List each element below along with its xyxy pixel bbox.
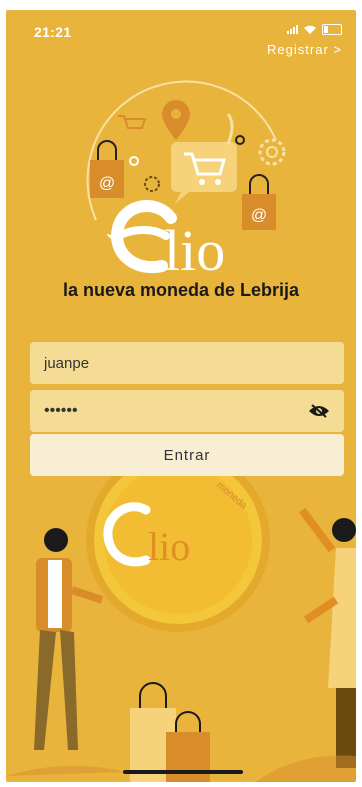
password-value: •••••• — [44, 402, 78, 419]
small-cart-icon — [118, 115, 147, 129]
entrar-button[interactable]: Entrar — [30, 434, 344, 476]
status-icons — [287, 24, 342, 35]
home-indicator[interactable] — [123, 770, 243, 774]
svg-text:@: @ — [99, 175, 115, 192]
status-time: 21:21 — [34, 24, 72, 40]
gear-icon — [258, 138, 286, 166]
cart-bubble-icon — [171, 142, 237, 204]
battery-icon — [322, 24, 342, 35]
shopping-bag-icon: @ — [90, 140, 124, 198]
coin-illustration: lio moneda — [6, 448, 356, 782]
woman-figure-right — [298, 507, 356, 768]
elio-logo: lio — [106, 199, 225, 278]
registrar-link[interactable]: Registrar > — [267, 42, 342, 57]
eye-slash-icon[interactable] — [308, 404, 330, 418]
shopping-bag-icon — [130, 682, 210, 782]
username-field[interactable]: juanpe — [30, 342, 344, 384]
svg-text:lio: lio — [148, 524, 190, 569]
logo-text: lio — [164, 218, 225, 278]
tagline: la nueva moneda de Lebrija — [62, 280, 300, 300]
password-field[interactable]: •••••• — [30, 390, 344, 432]
signal-icon — [287, 25, 298, 34]
gear-icon — [144, 176, 160, 192]
app-screen: 21:21 Registrar > @ @ lio la nueva moned… — [6, 10, 356, 782]
location-pin-icon — [162, 100, 190, 140]
wifi-icon — [304, 25, 316, 34]
